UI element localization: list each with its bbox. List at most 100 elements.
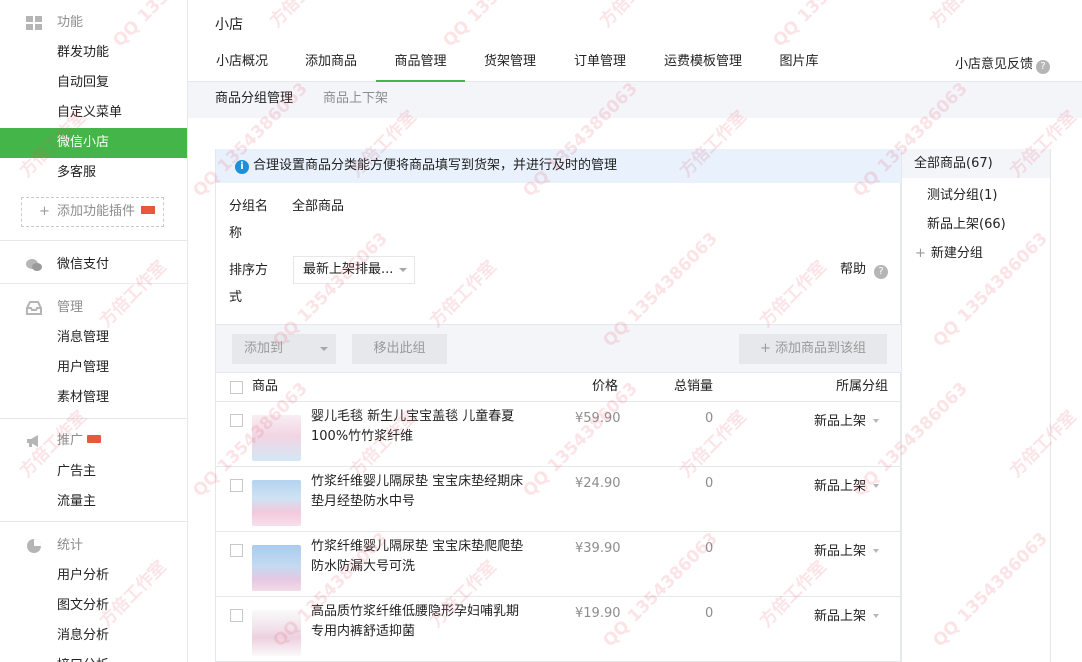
tab-add-product[interactable]: 添加商品 [304, 46, 358, 82]
row-checkbox[interactable] [230, 414, 243, 427]
hot-badge [141, 206, 156, 214]
sort-select[interactable]: 最新上架排最... [293, 256, 415, 284]
section-management: 管理 [0, 293, 187, 323]
product-group: 新品上架 [814, 609, 867, 624]
table-header: 商品 价格 总销量 所属分组 [216, 372, 901, 402]
section-functions: 功能 [0, 8, 187, 38]
row-checkbox[interactable] [230, 479, 243, 492]
product-group-select[interactable]: 新品上架 [814, 540, 880, 559]
sidebar-item-user-analytics[interactable]: 用户分析 [0, 561, 187, 591]
pie-chart-icon [27, 539, 41, 553]
sidebar-item-wechat-pay[interactable]: 微信支付 [0, 250, 187, 280]
group-all[interactable]: 全部商品(67) [902, 149, 1050, 178]
row-checkbox[interactable] [230, 609, 243, 622]
tab-order-management[interactable]: 订单管理 [573, 46, 627, 82]
section-title: 微信支付 [57, 257, 110, 272]
section-title: 统计 [57, 538, 84, 553]
chevron-down-icon [873, 484, 880, 488]
chevron-down-icon [873, 419, 880, 423]
help-icon: ? [874, 265, 889, 279]
info-icon: i [235, 160, 249, 174]
new-group-label: 新建分组 [930, 246, 983, 261]
divider [0, 418, 187, 419]
group-name-label-wrap: 称 [229, 226, 243, 241]
sidebar-item-message-analytics[interactable]: 消息分析 [0, 621, 187, 651]
product-group-select[interactable]: 新品上架 [814, 605, 880, 624]
sidebar-item-users[interactable]: 用户管理 [0, 353, 187, 383]
feedback-label: 小店意见反馈 [954, 57, 1033, 72]
tab-image-library[interactable]: 图片库 [778, 46, 820, 82]
feedback-link[interactable]: 小店意见反馈? [955, 53, 1050, 74]
chevron-down-icon [320, 347, 328, 351]
tab-shipping-templates[interactable]: 运费模板管理 [663, 46, 743, 82]
plus-icon: + [915, 246, 926, 261]
remove-from-group-button[interactable]: 移出此组 [352, 334, 447, 364]
plus-icon: + [39, 204, 50, 219]
product-name[interactable]: 婴儿毛毯 新生儿宝宝盖毯 儿童春夏100%竹竹浆纤维 [311, 407, 526, 447]
add-plugin-button[interactable]: + 添加功能插件 [21, 197, 164, 227]
product-thumbnail [252, 480, 301, 526]
sidebar-item-customer-service[interactable]: 多客服 [0, 158, 187, 188]
sidebar-item-api-analytics[interactable]: 接口分析 [0, 651, 187, 662]
divider [0, 521, 187, 522]
product-group: 新品上架 [814, 414, 867, 429]
sidebar-item-custom-menu[interactable]: 自定义菜单 [0, 98, 187, 128]
header-group: 所属分组 [836, 379, 889, 394]
sort-label-wrap: 式 [229, 290, 243, 305]
toolbar: 添加到 移出此组 + 添加商品到该组 [216, 324, 901, 372]
main-content: 小店 小店概况 添加商品 商品管理 货架管理 订单管理 运费模板管理 图片库 小… [188, 0, 1082, 662]
subtab-group-management[interactable]: 商品分组管理 [215, 82, 293, 118]
sidebar-item-advertiser[interactable]: 广告主 [0, 457, 187, 487]
table-row: 竹浆纤维婴儿隔尿垫 宝宝床垫经期床垫月经垫防水中号 ¥24.90 0 新品上架 [216, 467, 901, 532]
tip-banner: i 合理设置商品分类能方便将商品填写到货架，并进行及时的管理 [216, 149, 901, 183]
subtab-bar: 商品分组管理 商品上下架 [188, 82, 1082, 118]
group-item-new-arrivals[interactable]: 新品上架(66) [927, 213, 1006, 232]
select-all-checkbox[interactable] [230, 381, 243, 394]
product-sales: 0 [705, 476, 714, 491]
product-sales: 0 [705, 606, 714, 621]
tab-store-overview[interactable]: 小店概况 [215, 46, 269, 82]
divider [0, 240, 187, 241]
divider [0, 283, 187, 284]
sidebar-item-wechat-store[interactable]: 微信小店 [0, 128, 187, 158]
header-price: 价格 [592, 379, 619, 394]
group-panel: 全部商品(67) 测试分组(1) 新品上架(66) + 新建分组 [901, 149, 1051, 662]
product-price: ¥24.90 [575, 476, 621, 491]
sidebar-item-materials[interactable]: 素材管理 [0, 383, 187, 413]
add-plugin-label: 添加功能插件 [57, 204, 136, 219]
product-name[interactable]: 竹浆纤维婴儿隔尿垫 宝宝床垫经期床垫月经垫防水中号 [311, 472, 526, 512]
tab-shelf-management[interactable]: 货架管理 [483, 46, 537, 82]
product-sales: 0 [705, 411, 714, 426]
sidebar-item-messages[interactable]: 消息管理 [0, 323, 187, 353]
add-to-label: 添加到 [244, 341, 284, 356]
product-thumbnail [252, 610, 301, 656]
product-panel: i 合理设置商品分类能方便将商品填写到货架，并进行及时的管理 分组名 称 全部商… [215, 149, 901, 662]
add-product-to-group-button[interactable]: + 添加商品到该组 [739, 334, 887, 364]
product-name[interactable]: 竹浆纤维婴儿隔尿垫 宝宝床垫爬爬垫防水防漏大号可洗 [311, 537, 526, 577]
tip-text: 合理设置商品分类能方便将商品填写到货架，并进行及时的管理 [253, 158, 618, 173]
chevron-down-icon [873, 614, 880, 618]
sidebar-item-publisher[interactable]: 流量主 [0, 487, 187, 517]
group-item-test[interactable]: 测试分组(1) [927, 184, 997, 203]
new-group-button[interactable]: + 新建分组 [915, 242, 983, 261]
tab-product-management[interactable]: 商品管理 [376, 46, 465, 82]
header-product: 商品 [252, 379, 279, 394]
product-group-select[interactable]: 新品上架 [814, 410, 880, 429]
sort-value: 最新上架排最... [303, 262, 394, 277]
section-title: 功能 [57, 15, 84, 30]
section-promotion: 推广 [0, 426, 187, 456]
page-title: 小店 [215, 17, 243, 33]
product-name[interactable]: 高品质竹浆纤维低腰隐形孕妇哺乳期专用内裤舒适抑菌 [311, 602, 526, 642]
row-checkbox[interactable] [230, 544, 243, 557]
sidebar-item-mass-send[interactable]: 群发功能 [0, 38, 187, 68]
subtab-listing[interactable]: 商品上下架 [323, 82, 388, 118]
inbox-icon [26, 301, 42, 315]
sidebar-item-article-analytics[interactable]: 图文分析 [0, 591, 187, 621]
product-thumbnail [252, 545, 301, 591]
add-to-dropdown[interactable]: 添加到 [232, 334, 336, 364]
product-group-select[interactable]: 新品上架 [814, 475, 880, 494]
megaphone-icon [27, 435, 38, 447]
help-link[interactable]: 帮助? [840, 258, 889, 279]
product-price: ¥19.90 [575, 606, 621, 621]
sidebar-item-auto-reply[interactable]: 自动回复 [0, 68, 187, 98]
